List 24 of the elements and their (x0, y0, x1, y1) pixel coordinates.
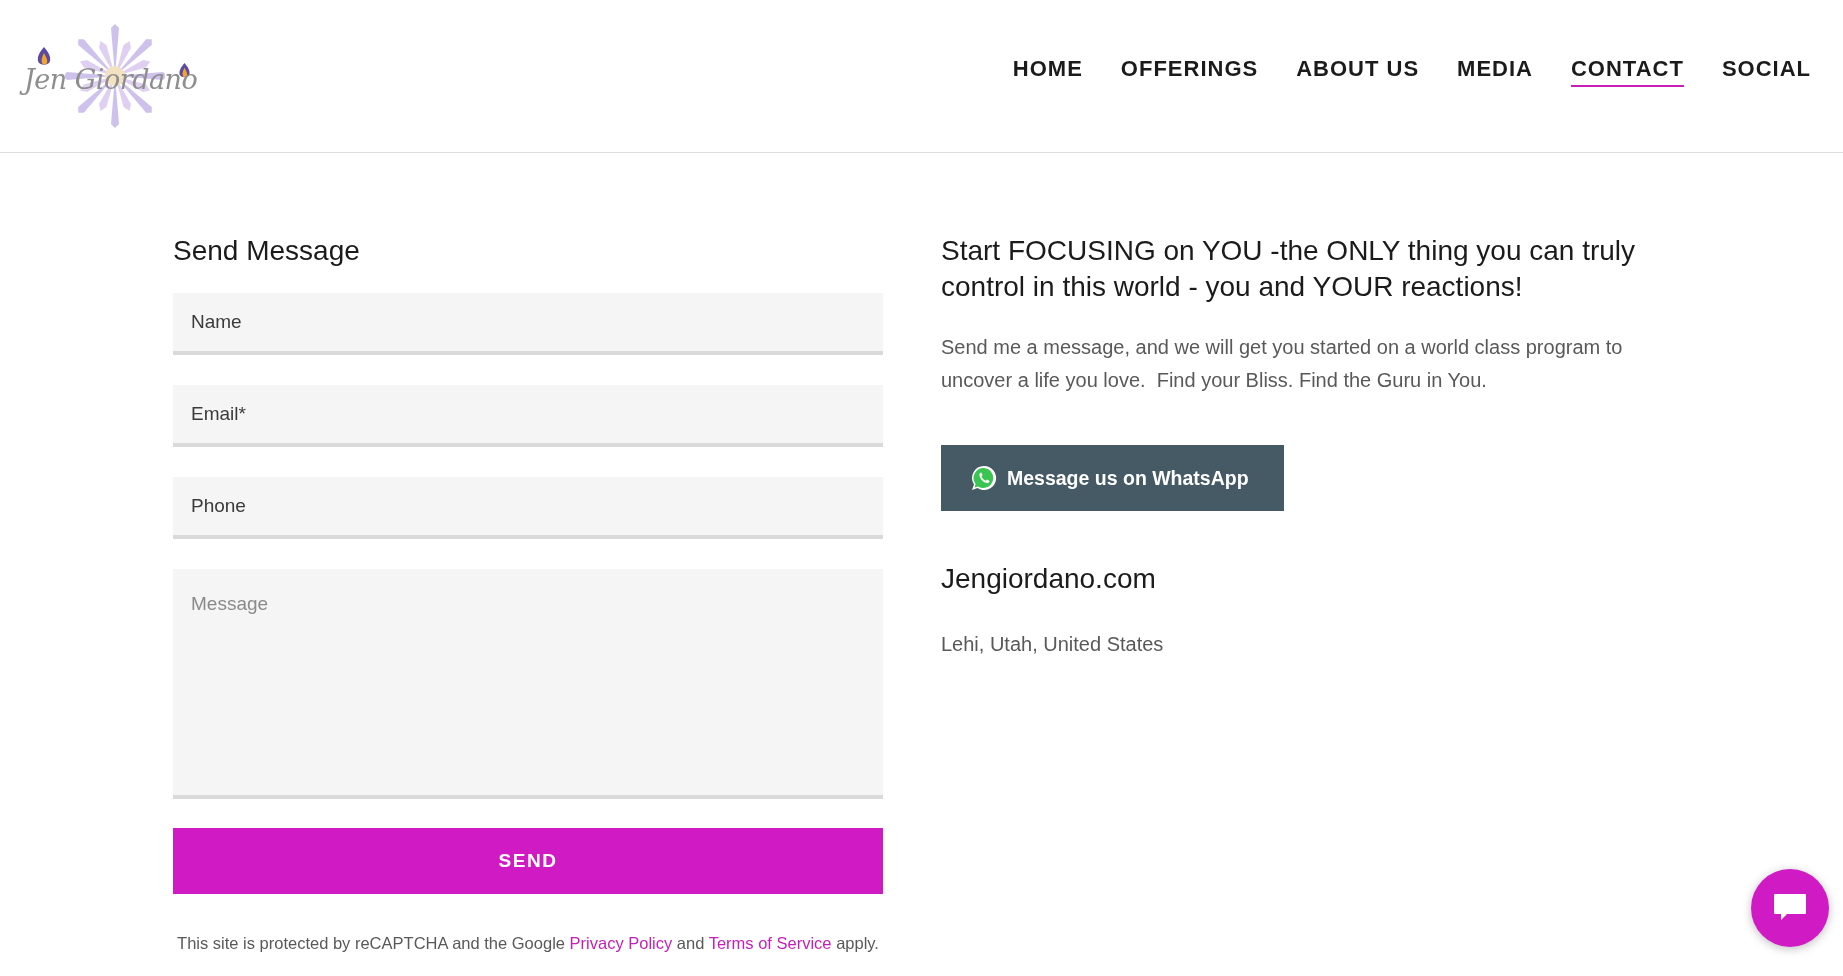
site-name: Jengiordano.com (941, 562, 1157, 596)
flame-icon (36, 46, 52, 68)
message-field[interactable]: Message (173, 569, 883, 799)
input-field[interactable]: Email* (173, 385, 883, 447)
chat-button[interactable] (1751, 869, 1829, 947)
input-field[interactable]: Name (173, 293, 883, 355)
chat-icon (1773, 893, 1807, 923)
nav-link[interactable]: HOME (1012, 55, 1083, 87)
input-field[interactable]: Phone (173, 477, 883, 539)
send-button[interactable]: SEND (173, 828, 883, 894)
policy-link[interactable]: Privacy Policy (569, 934, 673, 952)
form-title: Send Message (173, 234, 361, 268)
nav-link[interactable]: SOCIAL (1721, 55, 1811, 87)
info-heading: Start FOCUSING on YOU -the ONLY thing you can truly control in this world - you and YOUR reactions! (941, 234, 1637, 304)
nav-link[interactable]: MEDIA (1457, 55, 1533, 87)
info-paragraph: Send me a message, and we will get you started on a world class program to uncover a life you love. Find your Bliss. Find the Guru in You. (941, 335, 1624, 393)
whatsapp-icon (971, 465, 997, 491)
nav-link[interactable]: OFFERINGS (1120, 55, 1259, 87)
recaptcha-notice: This site is protected by reCAPTCHA and the Google Privacy Policy and Terms of Service apply. (176, 934, 880, 953)
location-text: Lehi, Utah, United States (941, 633, 1165, 656)
nav-link[interactable]: ABOUT US (1296, 55, 1420, 87)
whatsapp-button[interactable]: Message us on WhatsApp (941, 445, 1284, 511)
nav-link[interactable]: CONTACT (1570, 55, 1684, 87)
policy-link[interactable]: Terms of Service (708, 934, 832, 952)
